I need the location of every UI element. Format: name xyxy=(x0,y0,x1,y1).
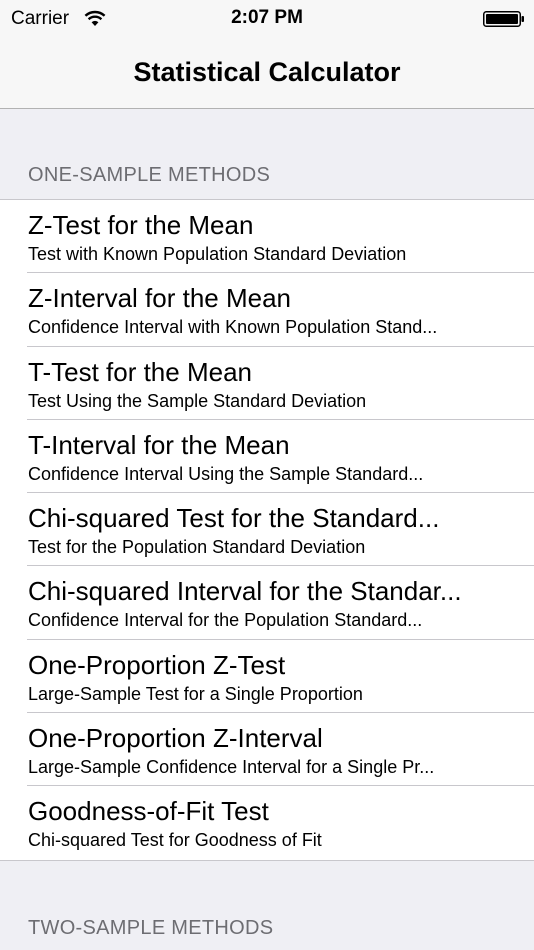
list-item-subtitle: Confidence Interval with Known Populatio… xyxy=(28,317,438,338)
list-item-title: T-Test for the Mean xyxy=(28,356,252,387)
list-item[interactable]: Chi-squared Interval for the Standar... … xyxy=(0,566,534,641)
section-header-two-sample: TWO-SAMPLE METHODS xyxy=(28,917,274,939)
list-item-title: Z-Interval for the Mean xyxy=(28,283,291,314)
list-item[interactable]: Z-Interval for the Mean Confidence Inter… xyxy=(0,273,534,347)
list-item[interactable]: T-Interval for the Mean Confidence Inter… xyxy=(0,420,534,494)
list-item-title: One-Proportion Z-Interval xyxy=(28,723,323,754)
list-item-title: Chi-squared Test for the Standard... xyxy=(28,503,440,534)
list-item-title: Z-Test for the Mean xyxy=(28,210,254,240)
list-item-subtitle: Test Using the Sample Standard Deviation xyxy=(28,390,367,411)
list-item[interactable]: One-Proportion Z-Test Large-Sample Test … xyxy=(0,640,534,714)
list-item-title: Goodness-of-Fit Test xyxy=(28,796,269,827)
page-title: Statistical Calculator xyxy=(133,57,401,87)
list-item-title: Chi-squared Interval for the Standar... xyxy=(28,576,462,607)
battery-icon xyxy=(483,11,524,27)
section-header-one-sample: ONE-SAMPLE METHODS xyxy=(28,164,271,186)
list-item[interactable]: T-Test for the Mean Test Using the Sampl… xyxy=(0,347,534,421)
list-item[interactable]: One-Proportion Z-Interval Large-Sample C… xyxy=(0,713,534,787)
list-item-subtitle: Large-Sample Test for a Single Proportio… xyxy=(28,683,363,704)
list-item-subtitle: Large-Sample Confidence Interval for a S… xyxy=(28,757,435,778)
list-item-subtitle: Test with Known Population Standard Devi… xyxy=(28,244,407,264)
list-item-subtitle: Confidence Interval for the Population S… xyxy=(28,610,423,631)
list-item-subtitle: Chi-squared Test for Goodness of Fit xyxy=(28,830,322,851)
status-bar: Carrier 2:07 PM xyxy=(0,0,534,38)
screen: Carrier 2:07 PM Statistical Calculator O… xyxy=(0,0,534,950)
status-time: 2:07 PM xyxy=(231,7,303,28)
one-sample-methods-list: Z-Test for the Mean Test with Known Popu… xyxy=(0,199,534,861)
list-item-title: T-Interval for the Mean xyxy=(28,429,290,460)
list-item[interactable]: Goodness-of-Fit Test Chi-squared Test fo… xyxy=(0,786,534,859)
list-item[interactable]: Z-Test for the Mean Test with Known Popu… xyxy=(0,200,534,274)
list-item[interactable]: Chi-squared Test for the Standard... Tes… xyxy=(0,493,534,567)
navigation-bar: Statistical Calculator xyxy=(0,38,534,109)
list-item-subtitle: Test for the Population Standard Deviati… xyxy=(28,537,366,558)
list-item-subtitle: Confidence Interval Using the Sample Sta… xyxy=(28,463,424,484)
list-item-title: One-Proportion Z-Test xyxy=(28,649,286,680)
